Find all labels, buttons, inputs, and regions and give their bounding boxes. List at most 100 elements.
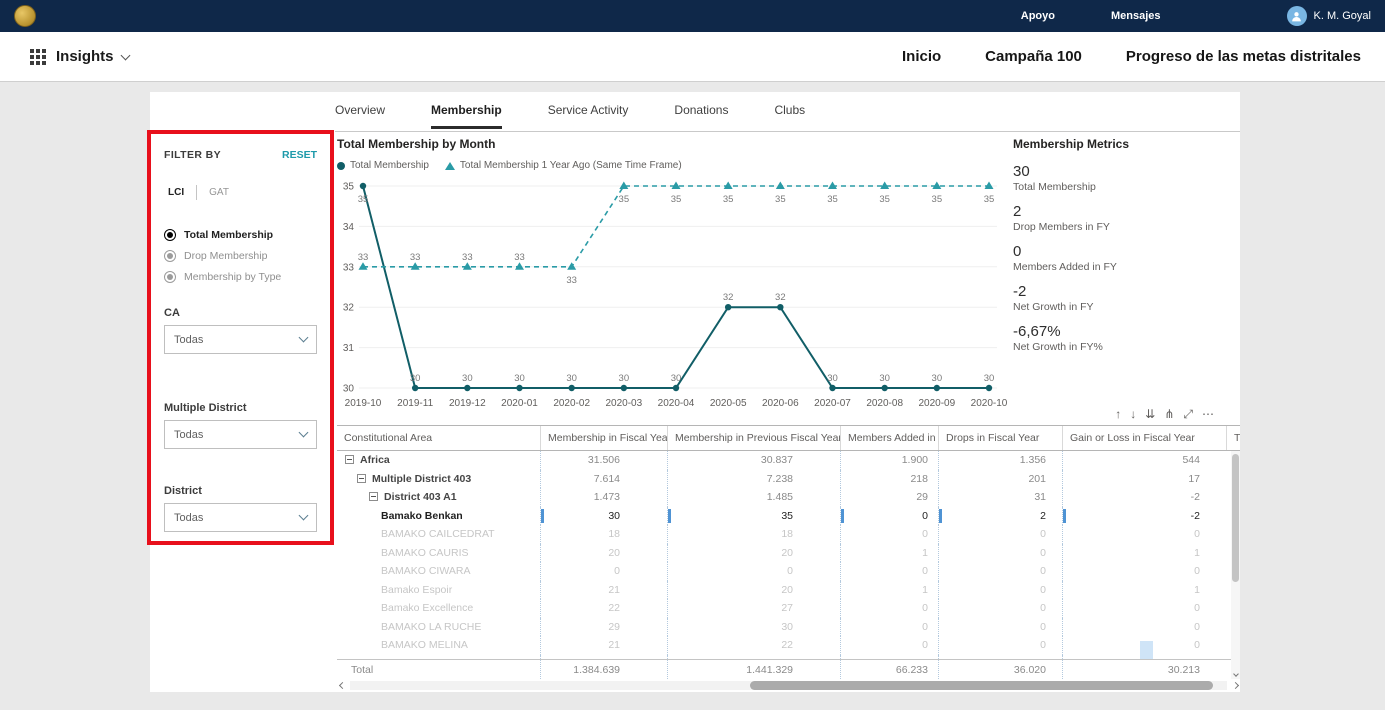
vertical-scrollbar[interactable] <box>1231 451 1240 679</box>
value-cell: 1 <box>1062 581 1226 600</box>
chevron-down-icon <box>299 428 309 438</box>
vertical-scrollbar-thumb[interactable] <box>1232 454 1239 582</box>
value-cell: 18 <box>667 525 840 544</box>
metric-label: Net Growth in FY <box>1013 301 1233 313</box>
reset-button[interactable]: RESET <box>282 149 317 161</box>
value-cell: 1 <box>840 544 938 563</box>
table-row-bamako-la-ruche[interactable]: BAMAKO LA RUCHE2930000 <box>337 618 1240 637</box>
radio-membership-by-type[interactable]: Membership by Type <box>164 266 317 287</box>
tab-clubs[interactable]: Clubs <box>774 103 805 129</box>
total-label: Total <box>351 664 373 676</box>
scroll-left-icon[interactable] <box>337 681 347 691</box>
table-row-bamako-cauris[interactable]: BAMAKO CAURIS2020101 <box>337 544 1240 563</box>
column-header-drops-in-fiscal-year[interactable]: Drops in Fiscal Year <box>938 426 1062 450</box>
table-row-district-403-a1[interactable]: District 403 A11.4731.4852931-2 <box>337 488 1240 507</box>
dropdown-district[interactable]: Todas <box>164 503 317 532</box>
value-cell: 29 <box>840 488 938 507</box>
table-row-bamako-cailcedrat[interactable]: BAMAKO CAILCEDRAT1818000 <box>337 525 1240 544</box>
dropdown-multiple-district[interactable]: Todas <box>164 420 317 449</box>
value-cell: 22 <box>540 599 667 618</box>
column-header-membership-in-fiscal-year[interactable]: Membership in Fiscal Year <box>540 426 667 450</box>
go-to-next-level-icon[interactable]: ⇊ <box>1145 408 1155 420</box>
value-cell: -2 <box>1062 507 1226 526</box>
nav-campana-100[interactable]: Campaña 100 <box>985 48 1082 65</box>
report-tabs: Overview Membership Service Activity Donati… <box>335 103 805 129</box>
radio-drop-membership[interactable]: Drop Membership <box>164 245 317 266</box>
value-cell: 7.614 <box>540 470 667 489</box>
table-row-africa[interactable]: Africa31.50630.8371.9001.356544 <box>337 451 1240 470</box>
table-row-multiple-district-403[interactable]: Multiple District 4037.6147.23821820117 <box>337 470 1240 489</box>
support-link[interactable]: Apoyo <box>1021 10 1055 22</box>
apps-grid-icon[interactable] <box>30 49 46 65</box>
value-cell: 0 <box>840 562 938 581</box>
metric-value: 0 <box>1013 243 1233 260</box>
more-options-icon[interactable]: ⋯ <box>1202 408 1214 420</box>
value-cell: 18 <box>540 525 667 544</box>
value-cell: 0 <box>1062 618 1226 637</box>
value-cell: 20 <box>667 581 840 600</box>
column-header-constitutional-area[interactable]: Constitutional Area <box>337 426 540 450</box>
horizontal-scrollbar[interactable] <box>337 680 1240 691</box>
tab-donations[interactable]: Donations <box>674 103 728 129</box>
svg-text:35: 35 <box>619 194 630 205</box>
table-row-bamako-excellence[interactable]: Bamako Excellence2227000 <box>337 599 1240 618</box>
row-label-cell: BAMAKO CAILCEDRAT <box>337 525 540 544</box>
value-cell: 0 <box>1062 525 1226 544</box>
svg-text:33: 33 <box>343 262 355 273</box>
svg-text:35: 35 <box>775 194 786 205</box>
value-cell: 17 <box>1062 470 1226 489</box>
segment-gat[interactable]: GAT <box>209 187 229 198</box>
tabs-divider <box>335 131 1240 132</box>
user-menu[interactable]: K. M. Goyal <box>1287 6 1371 26</box>
column-header-gain-or-loss-in-fiscal-year[interactable]: Gain or Loss in Fiscal Year <box>1062 426 1226 450</box>
column-header-t[interactable]: T∧ <box>1226 426 1240 450</box>
svg-text:2020-01: 2020-01 <box>501 398 538 409</box>
table-row-bamako-melina[interactable]: BAMAKO MELINA2122000 <box>337 636 1240 655</box>
column-header-membership-in-previous-fiscal-year[interactable]: Membership in Previous Fiscal Year <box>667 426 840 450</box>
radio-total-membership[interactable]: Total Membership <box>164 224 317 245</box>
value-cell: 21 <box>540 636 667 655</box>
expand-all-icon[interactable]: ⋔ <box>1164 408 1174 420</box>
segment-lci[interactable]: LCI <box>168 187 184 198</box>
membership-metrics-card: Membership Metrics 30Total Membership2Dr… <box>1013 137 1233 363</box>
horizontal-scrollbar-thumb[interactable] <box>750 681 1213 690</box>
line-chart-plot[interactable]: 3031323334352019-102019-112019-122020-01… <box>337 176 1009 414</box>
svg-text:2019-10: 2019-10 <box>345 398 382 409</box>
svg-text:31: 31 <box>343 343 355 354</box>
value-cell: 31 <box>938 488 1062 507</box>
scope-toggle: LCI GAT <box>164 185 317 200</box>
drill-down-icon[interactable]: ↓ <box>1130 408 1136 420</box>
nav-inicio[interactable]: Inicio <box>902 48 941 65</box>
metric-value: -6,67% <box>1013 323 1233 340</box>
scroll-right-icon[interactable] <box>1230 681 1240 691</box>
nav-progreso-metas[interactable]: Progreso de las metas distritales <box>1126 48 1361 65</box>
svg-text:33: 33 <box>358 252 369 263</box>
row-label: BAMAKO LA RUCHE <box>381 621 481 633</box>
svg-text:35: 35 <box>984 194 995 205</box>
tab-overview[interactable]: Overview <box>335 103 385 129</box>
table-row-bamako-benkan[interactable]: Bamako Benkan303502-2 <box>337 507 1240 526</box>
metrics-title: Membership Metrics <box>1013 137 1233 151</box>
app-title[interactable]: Insights <box>56 48 114 65</box>
collapse-icon[interactable] <box>357 474 366 483</box>
messages-link[interactable]: Mensajes <box>1111 10 1161 22</box>
svg-text:2020-07: 2020-07 <box>814 398 851 409</box>
tab-membership[interactable]: Membership <box>431 103 502 129</box>
scroll-down-icon[interactable] <box>1232 670 1239 677</box>
value-cell: -2 <box>1062 488 1226 507</box>
table-row-bamako-ciwara[interactable]: BAMAKO CIWARA00000 <box>337 562 1240 581</box>
column-header-members-added-in-fiscal-year[interactable]: Members Added in Fiscal Year <box>840 426 938 450</box>
svg-text:2020-03: 2020-03 <box>605 398 642 409</box>
dropdown-ca[interactable]: Todas <box>164 325 317 354</box>
svg-text:30: 30 <box>984 373 995 384</box>
tab-service-activity[interactable]: Service Activity <box>548 103 629 129</box>
value-cell: 218 <box>840 470 938 489</box>
collapse-icon[interactable] <box>369 492 378 501</box>
svg-text:30: 30 <box>343 384 355 395</box>
focus-mode-icon[interactable]: ⤢ <box>1183 408 1193 420</box>
dropdown-value: Todas <box>174 429 300 441</box>
collapse-icon[interactable] <box>345 455 354 464</box>
chart-title: Total Membership by Month <box>337 137 1009 151</box>
drill-up-icon[interactable]: ↑ <box>1115 408 1121 420</box>
table-row-bamako-espoir[interactable]: Bamako Espoir2120101 <box>337 581 1240 600</box>
